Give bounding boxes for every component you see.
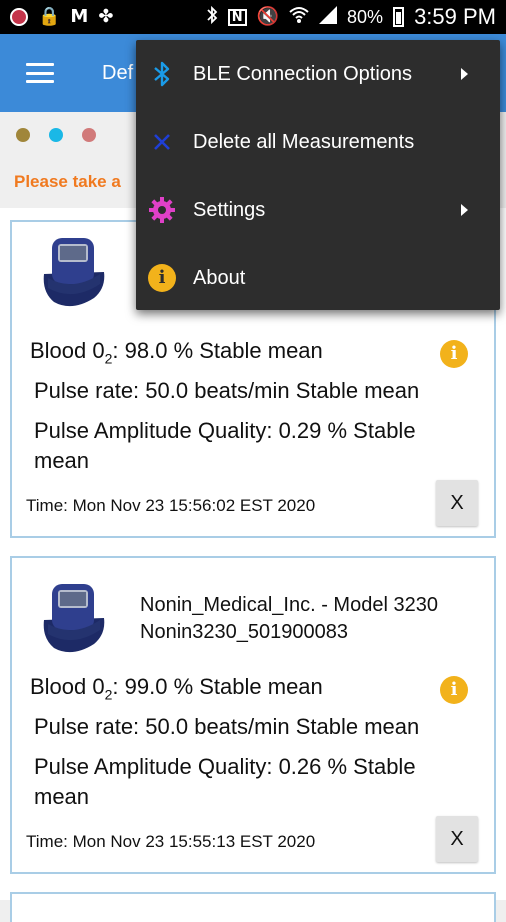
close-icon [148,128,176,156]
gear-icon [148,196,176,224]
status-dot-1 [16,128,30,142]
info-icon: i [148,264,176,292]
menu-item-settings[interactable]: Settings [136,176,500,244]
measurement-time: Time: Mon Nov 23 15:56:02 EST 2020 [26,496,316,515]
battery-icon [393,7,405,27]
menu-item-delete-all-measurements[interactable]: Delete all Measurements [136,108,500,176]
bluetooth-icon [148,60,176,88]
blood-o2-reading: Blood 02: 98.0 % Stable mean [30,338,323,367]
status-bar-left: 🔒 M ✤ [10,8,113,26]
mute-icon: 🔇 [256,6,280,27]
pulse-rate-reading: Pulse rate: 50.0 beats/min Stable mean [34,378,420,403]
wifi-icon [289,6,309,28]
battery-percent: 80% [347,6,384,27]
blood-o2-reading: Blood 02: 99.0 % Stable mean [30,674,323,703]
overflow-menu: BLE Connection Options Delete all Measur… [136,40,500,310]
clock: 3:59 PM [414,4,496,29]
delete-measurement-button[interactable]: X [436,480,478,526]
menu-item-ble-connection-options[interactable]: BLE Connection Options [136,40,500,108]
pulse-oximeter-icon [43,238,105,307]
notification-dot-icon [10,8,28,26]
pinwheel-icon: ✤ [98,6,114,27]
pulse-oximeter-icon [43,584,105,653]
measurement-card [10,892,496,922]
pulse-amplitude-reading: Pulse Amplitude Quality: 0.29 % Stable [34,418,416,443]
status-dot-2 [49,128,63,142]
pulse-amplitude-reading-cont: mean [34,784,90,809]
delete-measurement-button[interactable]: X [436,816,478,862]
status-bar: 🔒 M ✤ N 🔇 80% 3:59 PM [0,0,506,34]
menu-item-label: About [193,266,246,289]
status-dot-3 [82,128,96,142]
lock-icon: 🔒 [38,6,61,27]
measurement-time: Time: Mon Nov 23 15:55:13 EST 2020 [26,832,316,851]
info-icon[interactable]: i [440,340,468,368]
app-title: Def [102,61,134,84]
measurement-card: Nonin_Medical_Inc. - Model 3230 Nonin323… [10,556,496,874]
info-icon[interactable]: i [440,676,468,704]
menu-item-label: BLE Connection Options [193,62,413,85]
submenu-arrow-icon [461,204,468,216]
menu-item-label: Settings [193,198,266,221]
signal-icon [319,6,338,28]
bluetooth-icon [206,5,218,29]
measurement-card-wrapper [0,882,506,922]
pulse-amplitude-reading: Pulse Amplitude Quality: 0.26 % Stable [34,754,416,779]
status-bar-right: N 🔇 80% 3:59 PM [206,4,496,30]
menu-item-about[interactable]: i About [136,244,500,312]
gmail-icon: M [70,6,89,27]
submenu-arrow-icon [461,68,468,80]
device-serial: Nonin3230_501900083 [140,621,348,643]
nfc-icon: N [227,8,247,26]
measurement-card-wrapper: Nonin_Medical_Inc. - Model 3230 Nonin323… [0,546,506,882]
hamburger-icon[interactable] [26,63,54,83]
device-name: Nonin_Medical_Inc. - Model 3230 [140,594,438,616]
status-dots [16,128,96,142]
menu-item-label: Delete all Measurements [193,130,415,153]
pulse-amplitude-reading-cont: mean [34,448,90,473]
pulse-rate-reading: Pulse rate: 50.0 beats/min Stable mean [34,714,420,739]
notice-text: Please take a [14,172,121,191]
